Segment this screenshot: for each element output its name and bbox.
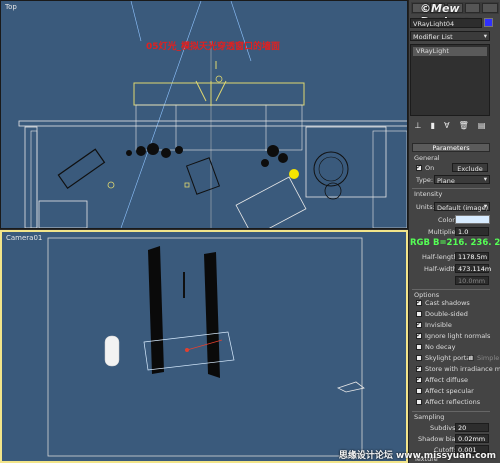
- wall-outline: [372, 130, 407, 228]
- cast-shadows-label: Cast shadows: [425, 299, 470, 307]
- type-value: Plane: [437, 177, 455, 185]
- table-outline: [38, 200, 88, 228]
- type-dropdown[interactable]: Plane ▾: [434, 175, 490, 185]
- no-decay-checkbox[interactable]: [416, 344, 422, 350]
- object-name-input[interactable]: VRayLight04: [410, 18, 482, 28]
- wall-outline: [18, 120, 407, 127]
- bed-outline: [235, 176, 307, 228]
- half-length-input[interactable]: 1178.5m: [455, 252, 489, 261]
- chevron-down-icon: ▾: [483, 175, 487, 183]
- double-sided-label: Double-sided: [425, 310, 468, 318]
- on-checkbox[interactable]: [416, 163, 422, 171]
- affect-reflections-checkbox[interactable]: [416, 399, 422, 405]
- top-viewport[interactable]: Top 05灯光_模拟天光穿透窗口的墙面: [0, 0, 408, 229]
- sampling-group-label: Sampling: [414, 413, 445, 421]
- ignore-light-normals-label: Ignore light normals: [425, 332, 491, 340]
- simple-label: Simple: [477, 354, 500, 362]
- simple-checkbox[interactable]: [468, 355, 474, 361]
- w-size-input[interactable]: 10.0mm: [455, 276, 489, 285]
- object-color-swatch[interactable]: [484, 18, 493, 27]
- top-viewport-scene: [18, 1, 407, 228]
- chevron-down-icon: ▾: [483, 32, 487, 40]
- affect-specular-checkbox[interactable]: [416, 388, 422, 394]
- half-width-input[interactable]: 473.114m: [455, 264, 491, 273]
- modifier-stack[interactable]: VRayLight: [410, 44, 490, 116]
- affect-diffuse-checkbox[interactable]: [416, 375, 422, 383]
- units-value: Default (image): [437, 204, 489, 212]
- cast-shadows-checkbox[interactable]: [416, 298, 422, 306]
- units-dropdown[interactable]: Default (image) ▾: [434, 202, 490, 212]
- camera-viewport-scene: [47, 237, 365, 457]
- remove-modifier-icon[interactable]: 🗑: [459, 121, 469, 130]
- divider: [412, 289, 490, 290]
- exclude-button[interactable]: Exclude: [452, 163, 488, 173]
- curtain-right: [204, 252, 220, 378]
- rgb-overlay-text: RGB B=216. 236. 255: [410, 238, 500, 248]
- lamp-icon: [289, 169, 299, 179]
- affect-specular-label: Affect specular: [425, 387, 474, 395]
- units-label: Units:: [416, 203, 435, 211]
- invisible-label: Invisible: [425, 321, 452, 329]
- invisible-checkbox[interactable]: [416, 320, 422, 328]
- curtain-left: [148, 246, 164, 374]
- show-end-result-icon[interactable]: ▮: [431, 121, 435, 130]
- subdivs-input[interactable]: 20: [455, 423, 489, 432]
- modifier-list-label: Modifier List: [413, 33, 453, 41]
- half-width-label: Half-width:: [424, 265, 460, 273]
- no-decay-label: No decay: [425, 343, 456, 351]
- type-label: Type:: [416, 176, 434, 184]
- configure-sets-icon[interactable]: ▤: [478, 121, 486, 130]
- on-label: On: [425, 164, 435, 172]
- parameters-rollout-header[interactable]: Parameters: [412, 143, 490, 152]
- divider: [412, 188, 490, 189]
- intensity-group-label: Intensity: [414, 190, 443, 198]
- chevron-down-icon: ▾: [483, 202, 487, 210]
- make-unique-icon[interactable]: ∀: [444, 121, 449, 130]
- subdivs-label: Subdivs:: [430, 424, 458, 432]
- modifier-list-dropdown[interactable]: Modifier List ▾: [410, 31, 490, 41]
- pin-stack-icon[interactable]: ⊥: [415, 121, 422, 130]
- store-irradiance-label: Store with irradiance map: [425, 365, 500, 373]
- multiplier-input[interactable]: 1.0: [455, 227, 489, 236]
- stack-item-vraylight[interactable]: VRayLight: [413, 47, 487, 56]
- wall-outline: [30, 130, 38, 228]
- general-group-label: General: [414, 154, 440, 162]
- divider: [412, 411, 490, 412]
- window-frame: [135, 104, 303, 151]
- guide-line: [130, 1, 142, 42]
- affect-reflections-label: Affect reflections: [425, 398, 481, 406]
- floor-object: [336, 381, 365, 393]
- store-irradiance-checkbox[interactable]: [416, 364, 422, 372]
- ignore-light-normals-checkbox[interactable]: [416, 331, 422, 339]
- guide-line: [120, 1, 202, 228]
- light-gizmo-icon[interactable]: [185, 348, 189, 352]
- vase-object: [104, 335, 120, 367]
- skylight-portal-label: Skylight portal: [425, 354, 473, 362]
- guide-line: [230, 1, 252, 62]
- light-color-swatch[interactable]: [455, 215, 490, 224]
- watermark: 思缘设计论坛 www.missyuan.com: [338, 451, 496, 461]
- double-sided-checkbox[interactable]: [416, 311, 422, 317]
- skylight-portal-checkbox[interactable]: [416, 355, 422, 361]
- parameters-rollout-label: Parameters: [432, 144, 470, 152]
- light-target-icon[interactable]: [215, 75, 223, 83]
- camera-viewport[interactable]: Camera01: [0, 230, 408, 463]
- scene-caption: 05灯光_模拟天光穿透窗口的墙面: [146, 42, 281, 52]
- affect-diffuse-label: Affect diffuse: [425, 376, 469, 384]
- plant-shapes: [126, 143, 288, 167]
- shadow-bias-input[interactable]: 0.02mm: [455, 434, 489, 443]
- sofa-outline: [57, 148, 106, 190]
- exclude-button-label: Exclude: [457, 165, 483, 173]
- chair-outline: [185, 157, 221, 195]
- stack-tools: ⊥ ▮ ∀ 🗑 ▤: [410, 119, 490, 131]
